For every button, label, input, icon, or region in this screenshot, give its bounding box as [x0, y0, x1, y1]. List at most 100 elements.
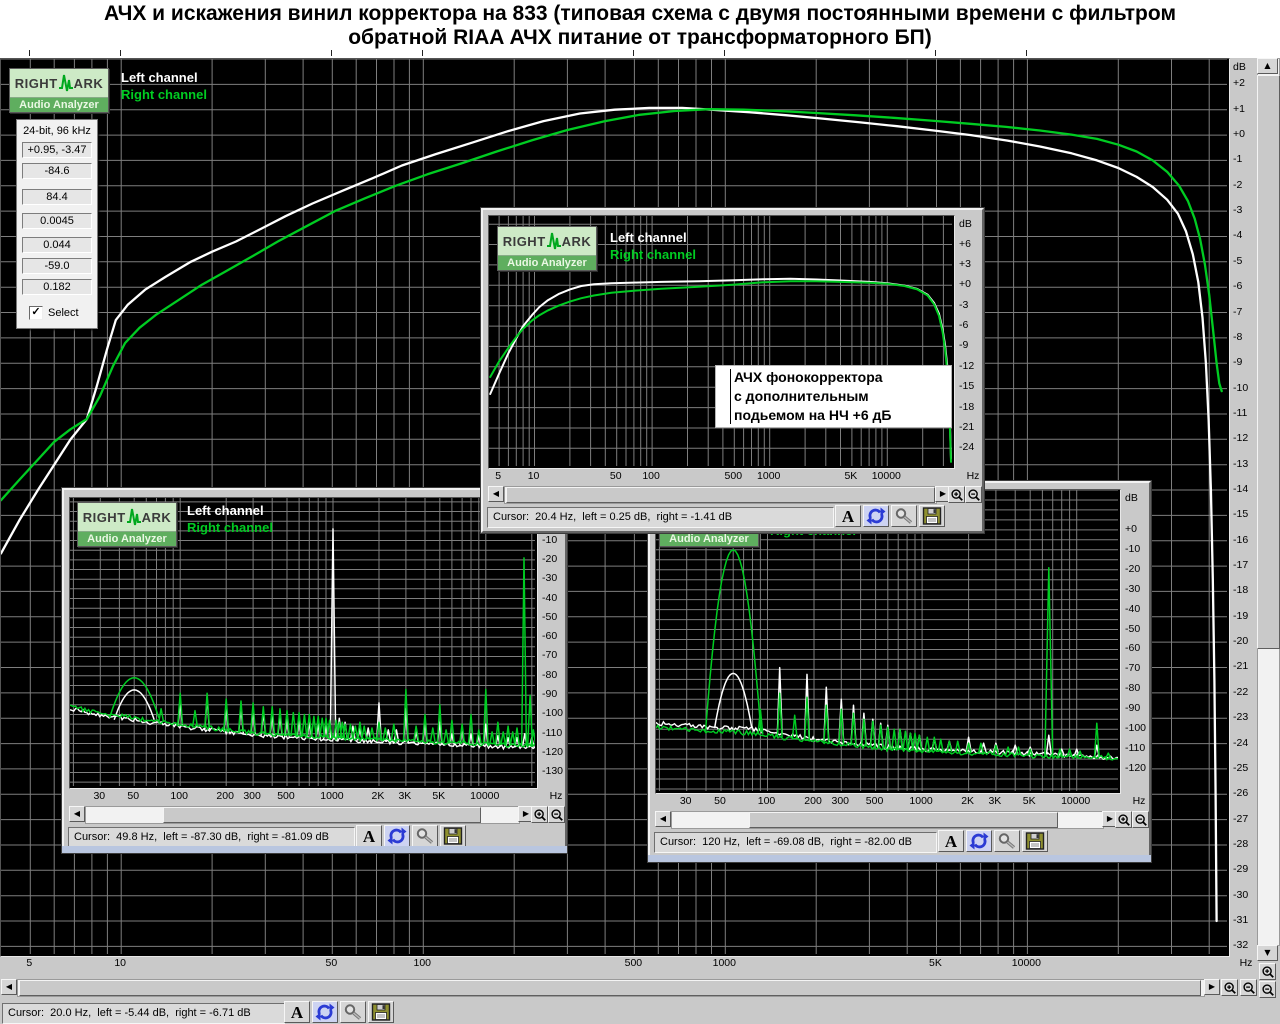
save-button[interactable]	[368, 1001, 394, 1023]
scroll-left-button[interactable]: ◀	[69, 806, 85, 822]
value-imd[interactable]: 0.182	[22, 279, 92, 295]
axis-tick-label: 1000	[320, 790, 344, 802]
axis-tick-label: -12	[959, 359, 975, 372]
axis-tick-label: 500	[724, 470, 743, 482]
axis-tick-label: -10	[1233, 381, 1249, 394]
axis-tick-label: 1000	[712, 957, 736, 969]
svg-text:A: A	[291, 1003, 304, 1021]
annotation-box[interactable]: АЧХ фонокорректора с дополнительным подь…	[715, 365, 952, 428]
y-axis-unit: dB	[1233, 61, 1246, 73]
zoom-tool-button[interactable]	[340, 1001, 366, 1023]
axis-tick-label: -6	[959, 319, 969, 332]
main-vzoom-out-button[interactable]	[1259, 981, 1276, 998]
main-vscrollbar-thumb[interactable]	[1257, 75, 1280, 649]
value-thd[interactable]: 0.0045	[22, 213, 92, 229]
axis-tick-label: 1000	[757, 470, 781, 482]
right-channel-curve-spike	[504, 725, 512, 746]
main-hscrollbar-thumb[interactable]	[19, 980, 1201, 996]
refresh-button[interactable]	[384, 825, 410, 847]
refresh-button[interactable]	[863, 505, 889, 527]
save-button[interactable]	[919, 505, 945, 527]
main-hzoom-in-button[interactable]	[1221, 979, 1238, 996]
axis-tick-label: 1000	[909, 795, 933, 807]
axis-tick-label: 5	[26, 957, 33, 969]
window-bottom-edge	[648, 855, 1151, 862]
zoom-in-button[interactable]	[948, 486, 965, 503]
main-hzoom-out-button[interactable]	[1240, 979, 1257, 996]
axis-tick-label: 5	[495, 470, 502, 482]
font-button[interactable]: A	[938, 830, 964, 852]
value-frequency-response[interactable]: +0.95, -3.47	[22, 142, 92, 158]
main-y-axis: dB +2 +1 +0 -1 -2 -3 -4 -5 -6 -7 -8 -9 -10 -11 -12 -13 -1…	[1229, 58, 1256, 955]
save-button[interactable]	[440, 825, 466, 847]
axis-tick-label: -26	[1233, 787, 1249, 800]
scroll-left-button[interactable]: ◀	[655, 811, 671, 827]
window-frequency-response-inset[interactable]: dB +6 +3 +0 -3 -6 -9 -12 -15 -18 -21 -24 5 10 50 100 50…	[481, 208, 984, 533]
refresh-button[interactable]	[312, 1001, 338, 1023]
value-dynamic-range[interactable]: 84.4	[22, 189, 92, 205]
axis-tick-label: -32	[1233, 939, 1249, 952]
scroll-left-button[interactable]: ◀	[488, 486, 504, 502]
value-thd-noise[interactable]: 0.044	[22, 237, 92, 253]
axis-tick-label: -11	[1233, 406, 1248, 419]
right-channel-curve-spike	[954, 740, 961, 753]
value-crosstalk[interactable]: -59.0	[22, 258, 92, 274]
axis-tick-label: -8	[1233, 330, 1243, 343]
save-button[interactable]	[1022, 830, 1048, 852]
axis-tick-label: -90	[1125, 702, 1141, 715]
zoom-tool-button[interactable]	[891, 505, 917, 527]
axis-tick-label: -12	[1233, 432, 1249, 445]
zoom-out-button[interactable]	[965, 486, 982, 503]
logo-brand-right: ARK	[73, 75, 104, 91]
scroll-down-button[interactable]: ▼	[1257, 945, 1278, 961]
zoom-out-button[interactable]	[1132, 811, 1149, 828]
arrow-left-icon: ◀	[659, 814, 667, 823]
axis-tick-label: -60	[1125, 642, 1141, 655]
axis-tick-label: -1	[1233, 153, 1243, 166]
zoom-in-button[interactable]	[1115, 811, 1132, 828]
zoom-out-button[interactable]	[548, 806, 565, 823]
axis-tick-label: 10	[114, 957, 127, 969]
right-channel-curve-spike	[513, 727, 521, 746]
scroll-up-button[interactable]: ▲	[1257, 58, 1278, 74]
ruler-tick	[422, 50, 423, 56]
y-axis-unit: dB	[959, 218, 972, 230]
arrow-right-icon: ▶	[1208, 982, 1216, 991]
scroll-left-button[interactable]: ◀	[1, 979, 17, 995]
axis-tick-label: -15	[959, 380, 975, 393]
hscrollbar-thumb[interactable]	[163, 807, 481, 823]
hscrollbar-thumb[interactable]	[506, 487, 935, 503]
arrow-right-icon: ▶	[939, 489, 947, 498]
right-channel-curve-spike	[520, 557, 528, 746]
arrow-right-icon: ▶	[522, 809, 530, 818]
axis-tick-label: 50	[127, 790, 140, 802]
scroll-right-button[interactable]: ▶	[1204, 979, 1220, 995]
axis-tick-label: -18	[1233, 584, 1249, 597]
zoom-tool-button[interactable]	[994, 830, 1020, 852]
font-button[interactable]: A	[356, 825, 382, 847]
zoom-in-button[interactable]	[531, 806, 548, 823]
axis-tick-label: -19	[1233, 609, 1249, 622]
axis-tick-label: +0	[959, 278, 971, 291]
axis-tick-label: -24	[1233, 736, 1249, 749]
svg-text:A: A	[945, 832, 958, 850]
logo-brand-left: RIGHT	[14, 75, 58, 91]
window-imd-spectrum[interactable]: dB +0 -10 -20 -30 -40 -50 -60 -70 -80 -90 -100 -110 -…	[648, 481, 1151, 862]
select-checkbox[interactable]: ✓	[29, 306, 43, 320]
refresh-icon	[387, 827, 407, 845]
window-thd-spectrum[interactable]: dB-10-20-30-40-50-60-70-80-90-100-110-12…	[62, 488, 567, 853]
ruler-tick	[1026, 50, 1027, 56]
right-channel-curve-spike	[361, 725, 368, 740]
axis-tick-label: 500	[865, 795, 884, 807]
font-button[interactable]: A	[835, 505, 861, 527]
refresh-button[interactable]	[966, 830, 992, 852]
value-noise-level[interactable]: -84.6	[22, 163, 92, 179]
right-channel-curve-spike	[860, 718, 867, 747]
zoom-tool-button[interactable]	[412, 825, 438, 847]
axis-tick-label: -5	[1233, 254, 1243, 267]
hscrollbar-thumb[interactable]	[749, 812, 1058, 828]
axis-tick-label: -40	[542, 591, 558, 604]
arrow-up-icon: ▲	[1264, 61, 1271, 70]
main-vzoom-in-button[interactable]	[1259, 963, 1276, 980]
font-button[interactable]: A	[284, 1001, 310, 1023]
